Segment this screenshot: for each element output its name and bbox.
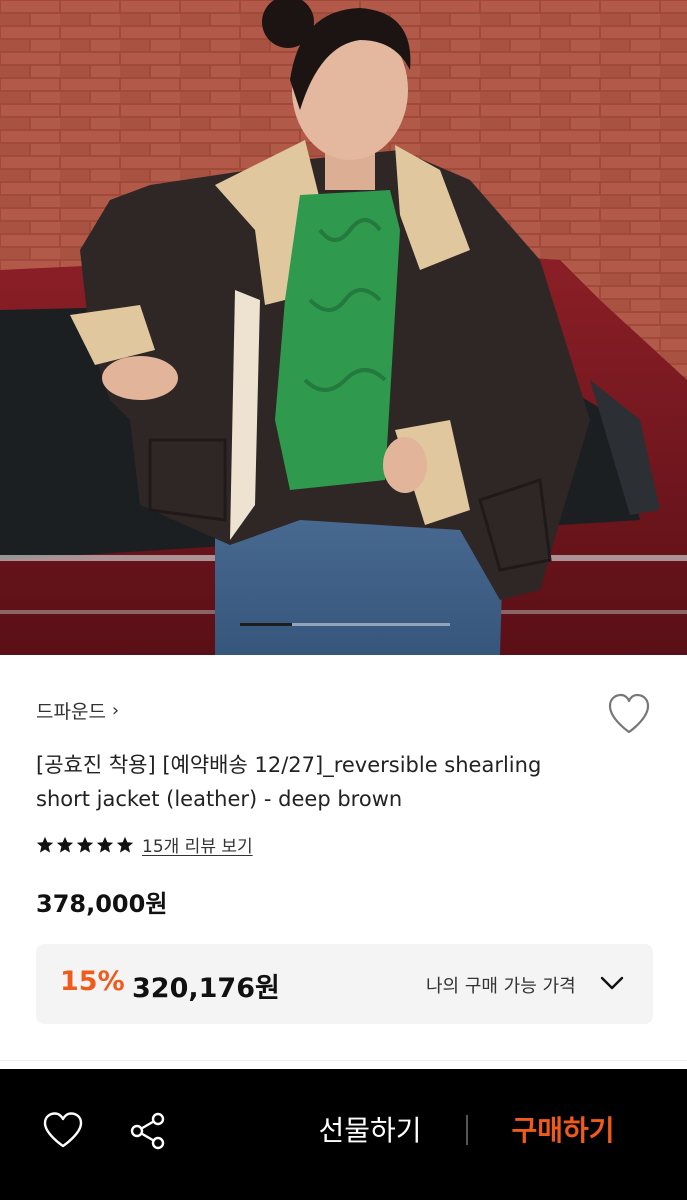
- gallery-slide-indicator: [240, 623, 450, 626]
- star-icon: [96, 836, 114, 853]
- discount-rate: 15%: [60, 966, 125, 997]
- wishlist-heart-button[interactable]: [606, 692, 652, 736]
- product-photo: [0, 0, 687, 655]
- share-button[interactable]: [128, 1111, 168, 1151]
- product-title: [공효진 착용] [예약배송 12/27]_reversible shearli…: [36, 753, 542, 811]
- bottom-wishlist-button[interactable]: [42, 1111, 84, 1149]
- divider: [0, 1060, 687, 1061]
- bottom-bar-separator: [466, 1115, 468, 1145]
- share-icon: [130, 1112, 165, 1150]
- star-icon: [36, 836, 54, 853]
- gift-button[interactable]: 선물하기: [300, 1109, 440, 1153]
- discount-price: 320,176원: [132, 973, 280, 1004]
- chevron-right-icon: ›: [111, 700, 120, 721]
- brand-link[interactable]: 드파운드 ›: [36, 697, 119, 724]
- star-icon: [76, 836, 94, 853]
- chevron-down-icon: [600, 976, 624, 990]
- rating-row: 15개 리뷰 보기: [36, 832, 253, 857]
- my-price-dropdown[interactable]: 15% 320,176원 나의 구매 가능 가격: [36, 944, 653, 1024]
- gallery-slide-indicator-active: [240, 623, 292, 626]
- star-icon: [56, 836, 74, 853]
- heart-outline-icon: [608, 693, 650, 734]
- buy-button[interactable]: 구매하기: [492, 1109, 634, 1153]
- product-image-gallery[interactable]: [0, 0, 687, 655]
- heart-outline-icon: [43, 1112, 83, 1148]
- my-price-label: 나의 구매 가능 가격: [426, 976, 576, 997]
- review-link[interactable]: 15개 리뷰 보기: [142, 832, 253, 857]
- bottom-action-bar: 선물하기 구매하기: [0, 1069, 687, 1200]
- original-price: 378,000원: [36, 890, 168, 918]
- brand-name: 드파운드: [36, 701, 106, 723]
- star-icon: [116, 836, 134, 853]
- rating-stars: [36, 836, 134, 854]
